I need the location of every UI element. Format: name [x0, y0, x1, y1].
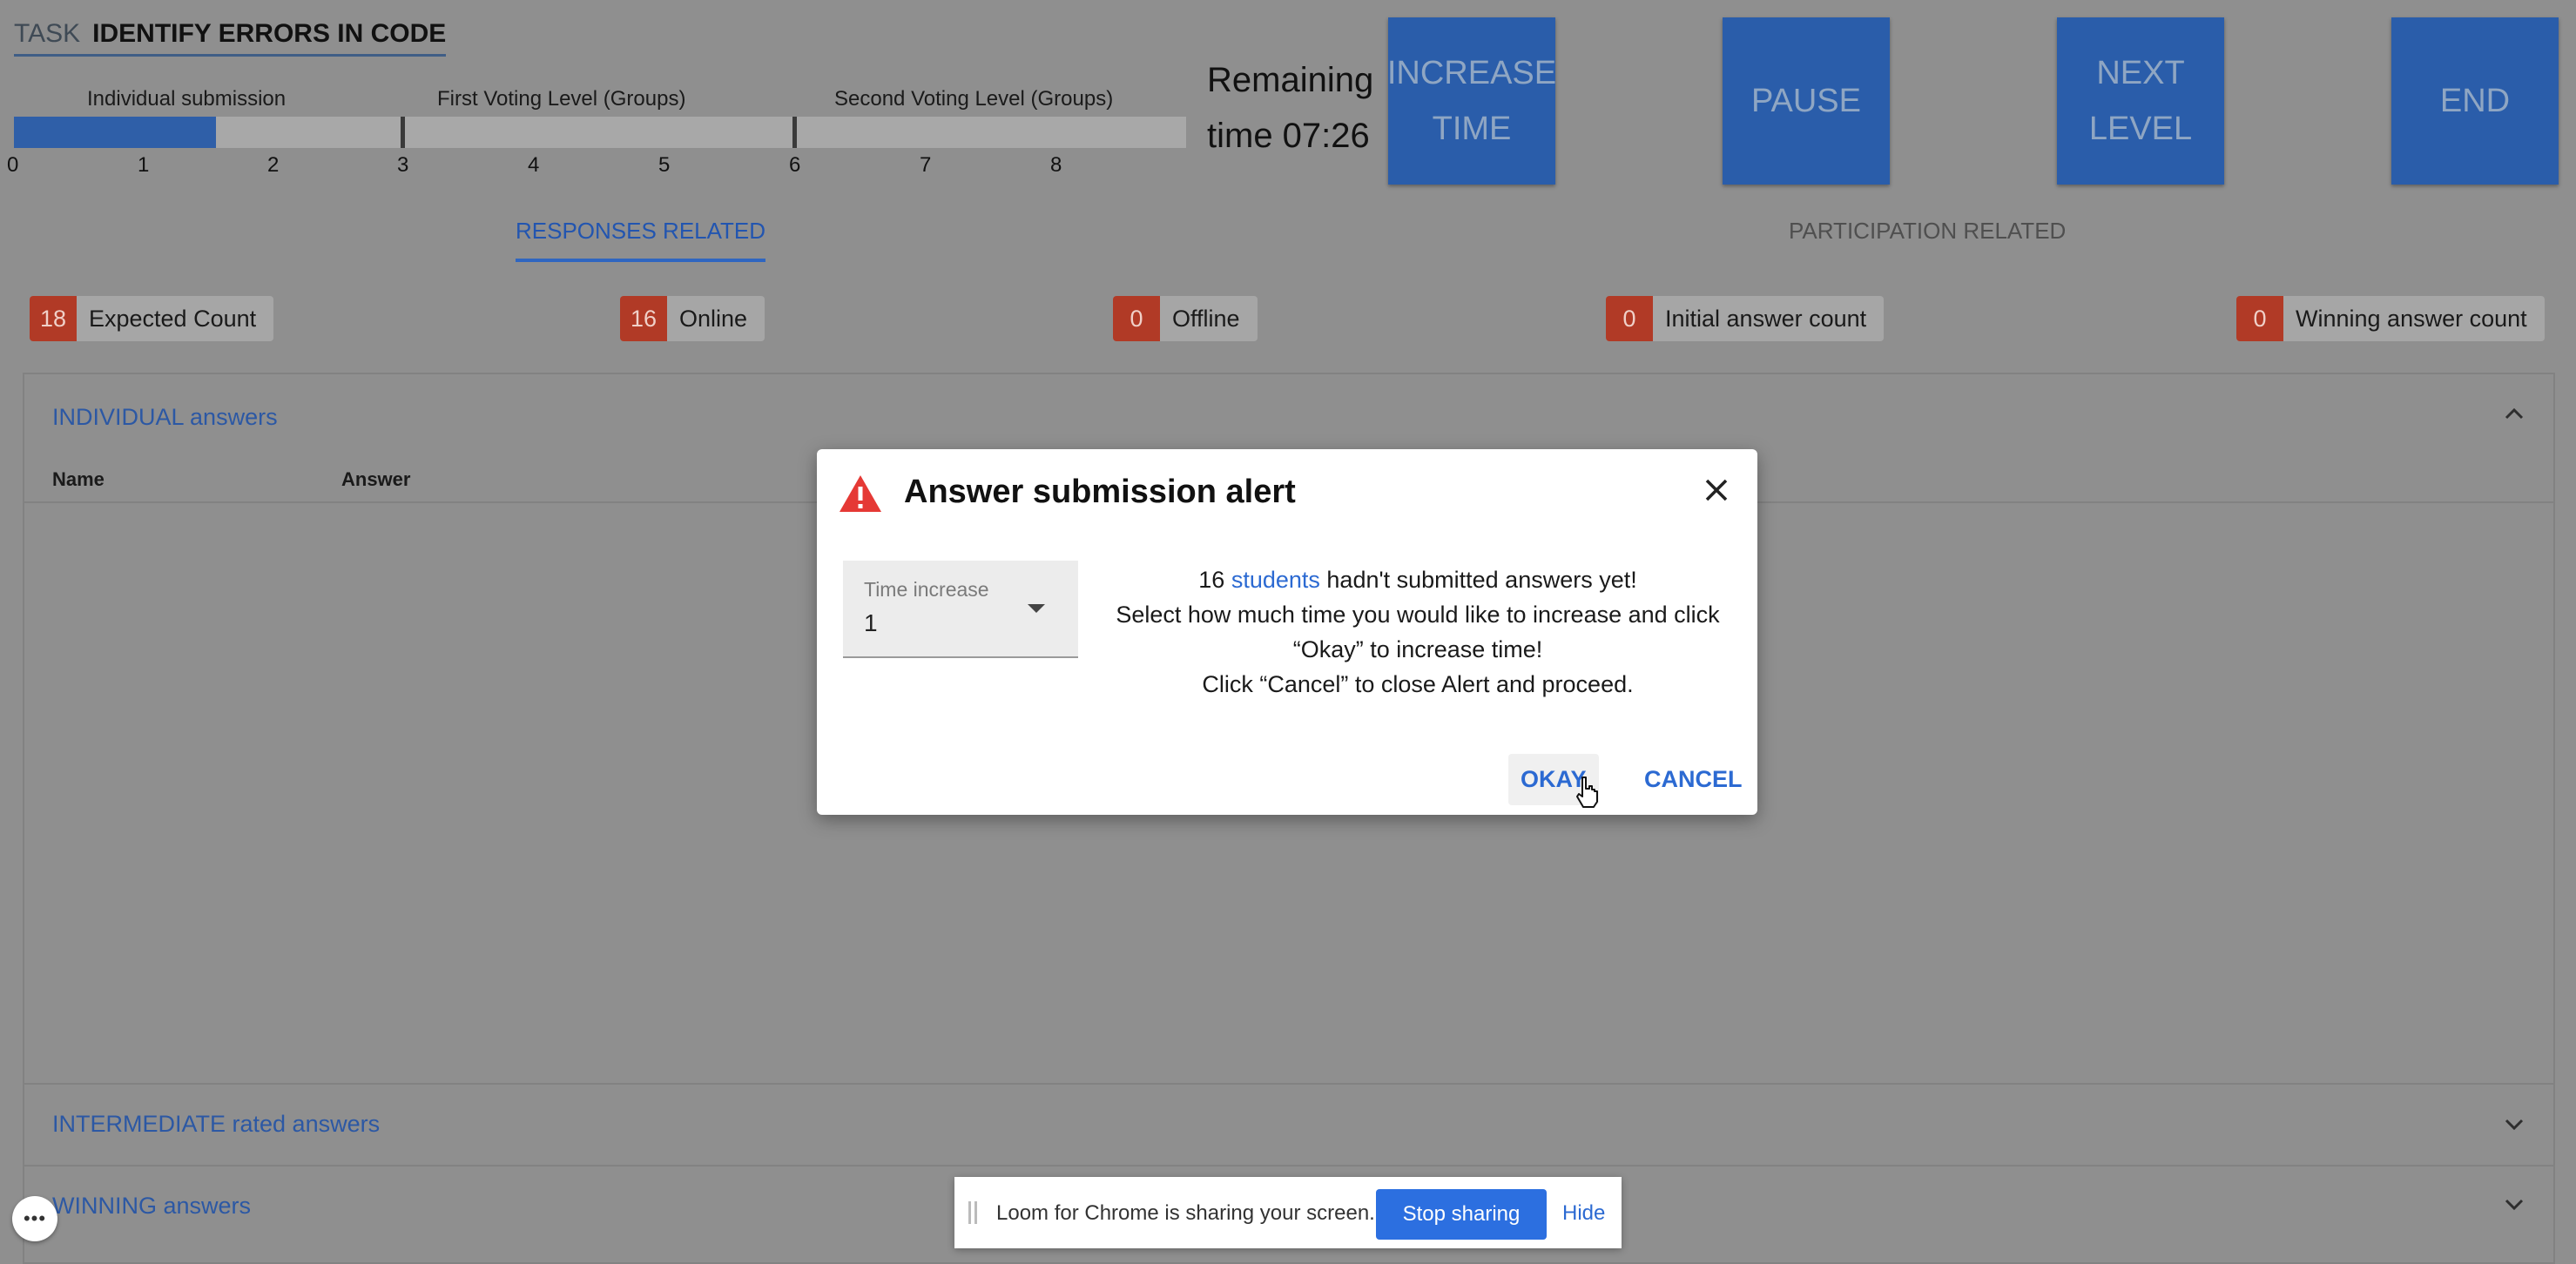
progress-tick: 0 [7, 153, 19, 177]
intermediate-answers-panel[interactable]: INTERMEDIATE rated answers [23, 1083, 2555, 1167]
chevron-up-icon[interactable] [2501, 400, 2527, 434]
tab-responses-related[interactable]: RESPONSES RELATED [516, 218, 766, 262]
progress-tick: 5 [658, 153, 671, 177]
answer-submission-alert-dialog: Answer submission alert Time increase 1 … [817, 449, 1757, 815]
close-icon[interactable] [1702, 475, 1731, 505]
end-label: END [2439, 83, 2511, 119]
chip-label: Offline [1172, 305, 1240, 332]
count-badge: 0 [1113, 296, 1160, 341]
task-prefix: TASK [14, 19, 81, 48]
progress-tick: 1 [138, 153, 150, 177]
column-header-answer: Answer [341, 468, 411, 490]
online-chip: 16 Online [620, 296, 765, 341]
dialog-title: Answer submission alert [904, 474, 1296, 510]
screen-sharing-bar: Loom for Chrome is sharing your screen. … [954, 1177, 1622, 1248]
chip-label: Online [679, 305, 748, 332]
stage-label-first-voting: First Voting Level (Groups) [437, 87, 686, 111]
progress-tick: 2 [267, 153, 280, 177]
progress-tick: 7 [920, 153, 932, 177]
increase-time-label-1: INCREASE [1386, 55, 1557, 91]
individual-answers-title[interactable]: INDIVIDUAL answers [52, 404, 278, 431]
more-options-icon[interactable]: ••• [12, 1196, 57, 1241]
initial-answer-count-chip: 0 Initial answer count [1606, 296, 1885, 341]
progress-tick: 8 [1050, 153, 1062, 177]
cursor-hand-icon [1575, 775, 1601, 814]
chip-label: Winning answer count [2296, 305, 2527, 332]
count-badge: 0 [1606, 296, 1653, 341]
warning-icon [838, 474, 883, 514]
remaining-label: Remaining [1207, 61, 1374, 99]
pause-button[interactable]: PAUSE [1723, 17, 1890, 185]
hide-link[interactable]: Hide [1562, 1201, 1605, 1226]
sharing-message: Loom for Chrome is sharing your screen. [996, 1201, 1375, 1225]
stage-label-individual: Individual submission [87, 87, 287, 111]
stage-separator [401, 117, 405, 148]
end-button[interactable]: END [2391, 17, 2559, 185]
stage-label-second-voting: Second Voting Level (Groups) [834, 87, 1114, 111]
dropdown-arrow-icon [1028, 604, 1045, 613]
stop-sharing-button[interactable]: Stop sharing [1376, 1189, 1547, 1240]
task-name: IDENTIFY ERRORS IN CODE [92, 19, 447, 48]
remaining-time: Remaining time 07:26 [1207, 52, 1373, 164]
winning-answer-count-chip: 0 Winning answer count [2236, 296, 2545, 341]
pause-label: PAUSE [1750, 83, 1861, 119]
stage-separator [792, 117, 797, 148]
count-badge: 0 [2236, 296, 2283, 341]
alert-line-4: Click “Cancel” to close Alert and procee… [1202, 671, 1634, 697]
alert-line-1-rest: hadn't submitted answers yet! [1326, 567, 1637, 593]
offline-chip: 0 Offline [1113, 296, 1258, 341]
increase-time-label-2: TIME [1432, 111, 1512, 147]
next-level-button[interactable]: NEXT LEVEL [2057, 17, 2224, 185]
increase-time-button[interactable]: INCREASE TIME [1386, 17, 1557, 185]
count-badge: 16 [620, 296, 667, 341]
time-increase-select[interactable]: Time increase 1 [843, 561, 1078, 658]
progress-tick: 6 [789, 153, 801, 177]
students-link[interactable]: students [1231, 567, 1320, 593]
chip-label: Initial answer count [1665, 305, 1867, 332]
winning-answers-title[interactable]: WINNING answers [52, 1193, 251, 1220]
time-increase-value: 1 [864, 609, 878, 636]
unsubmitted-count: 16 [1198, 567, 1225, 593]
next-level-label-2: LEVEL [2088, 111, 2193, 147]
task-title: TASK IDENTIFY ERRORS IN CODE [14, 19, 447, 57]
chevron-down-icon[interactable] [2501, 1111, 2527, 1144]
alert-message: 16 students hadn't submitted answers yet… [1087, 562, 1749, 702]
next-level-label-1: NEXT [2096, 55, 2185, 91]
drag-handle-icon[interactable] [968, 1201, 977, 1224]
cancel-button[interactable]: CANCEL [1632, 754, 1755, 805]
level-progress-bar [14, 117, 1186, 148]
chip-label: Expected Count [89, 305, 257, 332]
column-header-name: Name [52, 468, 105, 490]
time-increase-label: Time increase [864, 578, 989, 601]
chevron-down-icon[interactable] [2501, 1191, 2527, 1224]
progress-tick: 4 [528, 153, 540, 177]
level-progress-fill [14, 117, 216, 148]
count-badge: 18 [30, 296, 77, 341]
remaining-value: time 07:26 [1207, 117, 1370, 155]
intermediate-answers-title[interactable]: INTERMEDIATE rated answers [52, 1111, 380, 1138]
alert-line-2: Select how much time you would like to i… [1116, 602, 1720, 628]
expected-count-chip: 18 Expected Count [30, 296, 274, 341]
alert-line-1: 16 students hadn't submitted answers yet… [1087, 562, 1749, 597]
alert-line-3: “Okay” to increase time! [1292, 636, 1543, 662]
progress-tick: 3 [397, 153, 409, 177]
tab-participation-related[interactable]: PARTICIPATION RELATED [1789, 218, 2066, 245]
